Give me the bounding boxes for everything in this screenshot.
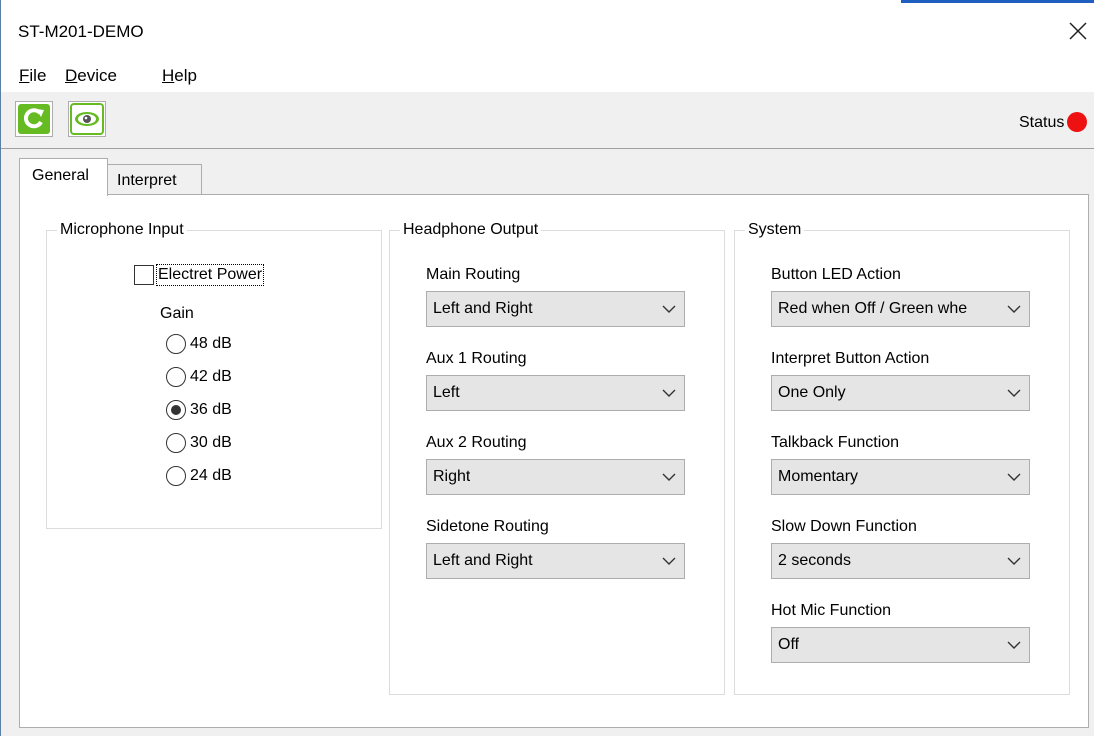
menu-help-label: elp [174,66,197,85]
gain-option-label: 36 dB [190,401,232,418]
sidetone-routing-label: Sidetone Routing [426,518,549,535]
menu-file[interactable]: File [19,66,46,86]
gain-option-label: 24 dB [190,467,232,484]
hot-mic-function-select[interactable]: Off [771,627,1030,663]
gain-radio-24[interactable] [166,466,186,486]
gain-option-label: 42 dB [190,368,232,385]
talkback-function-label: Talkback Function [771,434,900,451]
aux2-routing-value: Right [433,468,471,485]
chevron-down-icon [1007,641,1021,649]
main-routing-label: Main Routing [426,266,521,283]
slow-down-function-select[interactable]: 2 seconds [771,543,1030,579]
main-routing-value: Left and Right [433,300,533,317]
gain-option-label: 30 dB [190,434,232,451]
menu-help[interactable]: Help [162,66,197,86]
chevron-down-icon [662,557,676,565]
gain-radio-36[interactable] [166,400,186,420]
system-legend: System [748,221,802,238]
slow-down-function-label: Slow Down Function [771,518,917,535]
aux2-routing-select[interactable]: Right [426,459,685,495]
tab-general[interactable]: General [19,158,108,196]
aux1-routing-label: Aux 1 Routing [426,350,527,367]
hot-mic-function-value: Off [778,636,800,653]
menu-device-accel: D [65,66,78,85]
chevron-down-icon [1007,389,1021,397]
close-icon [1069,22,1087,40]
refresh-button[interactable] [15,101,53,137]
close-button[interactable] [1061,14,1094,48]
app-window: ST-M201-DEMO File Device Help Status Gen… [0,0,1094,736]
chevron-down-icon [662,389,676,397]
title-accent [901,0,1094,3]
eye-icon [70,103,104,135]
electret-power-label[interactable]: Electret Power [156,264,265,286]
gain-radio-42[interactable] [166,367,186,387]
status-led [1067,112,1087,132]
menu-device-label: evice [77,66,117,85]
interpret-button-action-select[interactable]: One Only [771,375,1030,411]
microphone-input-legend: Microphone Input [60,221,184,238]
button-led-action-select[interactable]: Red when Off / Green whe [771,291,1030,327]
chevron-down-icon [1007,305,1021,313]
sidetone-routing-select[interactable]: Left and Right [426,543,685,579]
tab-strip: General Interpret [1,156,1094,196]
gain-option-label: 48 dB [190,335,232,352]
interpret-button-action-label: Interpret Button Action [771,350,930,367]
general-tab-page: Microphone Input Electret Power Gain 48 … [19,194,1089,728]
electret-power-checkbox[interactable] [134,265,154,285]
tab-general-label: General [32,167,89,184]
tab-interpret-label: Interpret [117,172,177,189]
chevron-down-icon [1007,557,1021,565]
aux2-routing-label: Aux 2 Routing [426,434,527,451]
aux1-routing-select[interactable]: Left [426,375,685,411]
gain-radio-30[interactable] [166,433,186,453]
status-label: Status [1019,114,1065,131]
chevron-down-icon [662,305,676,313]
slow-down-function-value: 2 seconds [778,552,851,569]
button-led-action-value: Red when Off / Green whe [778,300,968,317]
tab-interpret[interactable]: Interpret [107,164,202,196]
view-button[interactable] [68,101,106,137]
interpret-button-action-value: One Only [778,384,846,401]
sidetone-routing-value: Left and Right [433,552,533,569]
chevron-down-icon [662,473,676,481]
menu-file-label: ile [29,66,47,85]
headphone-output-legend: Headphone Output [403,221,539,238]
toolbar [1,92,1094,149]
talkback-function-value: Momentary [778,468,859,485]
chevron-down-icon [1007,473,1021,481]
button-led-action-label: Button LED Action [771,266,901,283]
menu-device[interactable]: Device [65,66,117,86]
hot-mic-function-label: Hot Mic Function [771,602,892,619]
title-bar: ST-M201-DEMO [1,0,1094,62]
menu-file-accel: F [19,66,30,85]
main-routing-select[interactable]: Left and Right [426,291,685,327]
menu-help-accel: H [162,66,175,85]
refresh-icon [18,104,50,134]
gain-label: Gain [160,305,194,322]
menu-bar: File Device Help [1,62,1094,92]
talkback-function-select[interactable]: Momentary [771,459,1030,495]
gain-radio-48[interactable] [166,334,186,354]
aux1-routing-value: Left [433,384,460,401]
window-title: ST-M201-DEMO [18,22,144,41]
